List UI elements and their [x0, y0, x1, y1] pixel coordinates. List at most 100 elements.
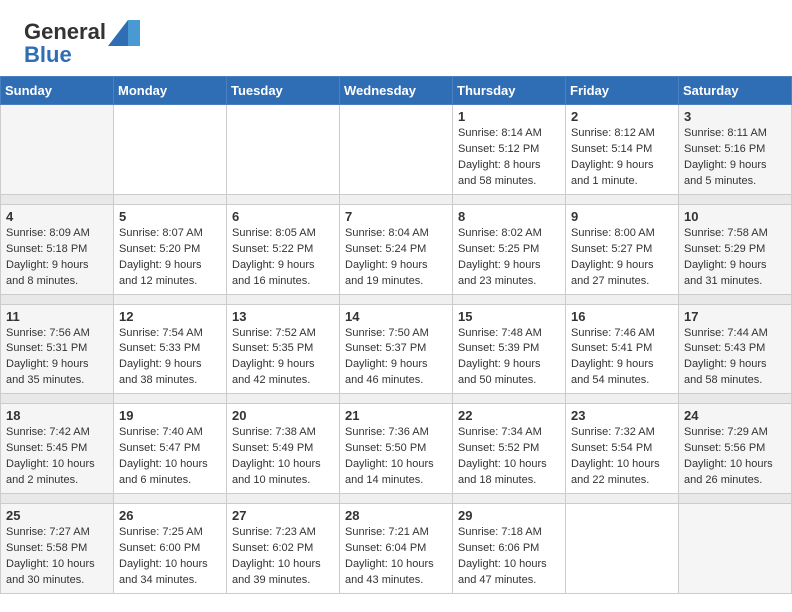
day-number: 7 — [345, 209, 447, 224]
day-info: Sunrise: 7:18 AMSunset: 6:06 PMDaylight:… — [458, 525, 560, 589]
day-number: 10 — [684, 209, 786, 224]
day-info: Sunrise: 8:07 AMSunset: 5:20 PMDaylight:… — [119, 226, 221, 290]
day-info: Sunrise: 8:02 AMSunset: 5:25 PMDaylight:… — [458, 226, 560, 290]
calendar-cell — [114, 105, 227, 195]
day-info: Sunrise: 8:09 AMSunset: 5:18 PMDaylight:… — [6, 226, 108, 290]
col-header-sunday: Sunday — [1, 77, 114, 105]
calendar-cell — [566, 504, 679, 594]
day-info: Sunrise: 7:44 AMSunset: 5:43 PMDaylight:… — [684, 326, 786, 390]
separator-cell — [114, 194, 227, 204]
day-info: Sunrise: 7:42 AMSunset: 5:45 PMDaylight:… — [6, 425, 108, 489]
week-separator — [1, 494, 792, 504]
day-number: 28 — [345, 508, 447, 523]
col-header-monday: Monday — [114, 77, 227, 105]
calendar-cell: 1 Sunrise: 8:14 AMSunset: 5:12 PMDaylight… — [453, 105, 566, 195]
day-number: 29 — [458, 508, 560, 523]
separator-cell — [453, 194, 566, 204]
separator-cell — [566, 194, 679, 204]
calendar-cell: 22 Sunrise: 7:34 AMSunset: 5:52 PMDayligh… — [453, 404, 566, 494]
separator-cell — [1, 494, 114, 504]
day-number: 1 — [458, 109, 560, 124]
separator-cell — [679, 394, 792, 404]
calendar-cell: 17Sunrise: 7:44 AMSunset: 5:43 PMDayligh… — [679, 304, 792, 394]
day-info: Sunrise: 8:14 AMSunset: 5:12 PMDaylight:… — [458, 126, 560, 190]
day-info: Sunrise: 7:54 AMSunset: 5:33 PMDaylight:… — [119, 326, 221, 390]
day-info: Sunrise: 7:29 AMSunset: 5:56 PMDaylight:… — [684, 425, 786, 489]
day-number: 22 — [458, 408, 560, 423]
calendar-cell: 26Sunrise: 7:25 AMSunset: 6:00 PMDayligh… — [114, 504, 227, 594]
calendar-cell: 28Sunrise: 7:21 AMSunset: 6:04 PMDayligh… — [340, 504, 453, 594]
calendar-week-2: 4 Sunrise: 8:09 AMSunset: 5:18 PMDaylight… — [1, 204, 792, 294]
separator-cell — [340, 394, 453, 404]
day-info: Sunrise: 8:05 AMSunset: 5:22 PMDaylight:… — [232, 226, 334, 290]
separator-cell — [1, 394, 114, 404]
separator-cell — [340, 294, 453, 304]
col-header-wednesday: Wednesday — [340, 77, 453, 105]
calendar-cell — [340, 105, 453, 195]
calendar-cell: 8 Sunrise: 8:02 AMSunset: 5:25 PMDaylight… — [453, 204, 566, 294]
day-number: 8 — [458, 209, 560, 224]
calendar-cell: 4 Sunrise: 8:09 AMSunset: 5:18 PMDaylight… — [1, 204, 114, 294]
separator-cell — [679, 294, 792, 304]
day-info: Sunrise: 7:48 AMSunset: 5:39 PMDaylight:… — [458, 326, 560, 390]
separator-cell — [114, 394, 227, 404]
separator-cell — [114, 494, 227, 504]
separator-cell — [566, 494, 679, 504]
day-number: 19 — [119, 408, 221, 423]
calendar-cell: 29 Sunrise: 7:18 AMSunset: 6:06 PMDayligh… — [453, 504, 566, 594]
calendar-header-row: SundayMondayTuesdayWednesdayThursdayFrid… — [1, 77, 792, 105]
day-number: 5 — [119, 209, 221, 224]
calendar-cell: 16Sunrise: 7:46 AMSunset: 5:41 PMDayligh… — [566, 304, 679, 394]
separator-cell — [679, 194, 792, 204]
calendar-week-5: 25Sunrise: 7:27 AMSunset: 5:58 PMDayligh… — [1, 504, 792, 594]
col-header-friday: Friday — [566, 77, 679, 105]
day-info: Sunrise: 8:11 AMSunset: 5:16 PMDaylight:… — [684, 126, 786, 190]
calendar-cell: 3Sunrise: 8:11 AMSunset: 5:16 PMDaylight… — [679, 105, 792, 195]
calendar-cell: 27 Sunrise: 7:23 AMSunset: 6:02 PMDayligh… — [227, 504, 340, 594]
day-number: 4 — [6, 209, 108, 224]
separator-cell — [227, 394, 340, 404]
day-number: 13 — [232, 309, 334, 324]
separator-cell — [114, 294, 227, 304]
day-info: Sunrise: 7:34 AMSunset: 5:52 PMDaylight:… — [458, 425, 560, 489]
separator-cell — [453, 294, 566, 304]
calendar-cell: 13 Sunrise: 7:52 AMSunset: 5:35 PMDayligh… — [227, 304, 340, 394]
calendar-cell: 7Sunrise: 8:04 AMSunset: 5:24 PMDaylight… — [340, 204, 453, 294]
day-number: 23 — [571, 408, 673, 423]
week-separator — [1, 194, 792, 204]
calendar-cell: 19 Sunrise: 7:40 AMSunset: 5:47 PMDayligh… — [114, 404, 227, 494]
day-number: 16 — [571, 309, 673, 324]
day-number: 6 — [232, 209, 334, 224]
calendar-cell: 15Sunrise: 7:48 AMSunset: 5:39 PMDayligh… — [453, 304, 566, 394]
day-info: Sunrise: 7:40 AMSunset: 5:47 PMDaylight:… — [119, 425, 221, 489]
calendar-cell — [1, 105, 114, 195]
day-info: Sunrise: 8:00 AMSunset: 5:27 PMDaylight:… — [571, 226, 673, 290]
calendar-cell: 2Sunrise: 8:12 AMSunset: 5:14 PMDaylight… — [566, 105, 679, 195]
day-number: 18 — [6, 408, 108, 423]
calendar-table: SundayMondayTuesdayWednesdayThursdayFrid… — [0, 76, 792, 594]
separator-cell — [1, 294, 114, 304]
day-info: Sunrise: 7:32 AMSunset: 5:54 PMDaylight:… — [571, 425, 673, 489]
calendar-cell: 10 Sunrise: 7:58 AMSunset: 5:29 PMDayligh… — [679, 204, 792, 294]
calendar-cell: 12Sunrise: 7:54 AMSunset: 5:33 PMDayligh… — [114, 304, 227, 394]
day-info: Sunrise: 7:52 AMSunset: 5:35 PMDaylight:… — [232, 326, 334, 390]
day-info: Sunrise: 7:25 AMSunset: 6:00 PMDaylight:… — [119, 525, 221, 589]
day-info: Sunrise: 7:56 AMSunset: 5:31 PMDaylight:… — [6, 326, 108, 390]
day-number: 14 — [345, 309, 447, 324]
calendar-cell — [227, 105, 340, 195]
col-header-tuesday: Tuesday — [227, 77, 340, 105]
day-info: Sunrise: 7:23 AMSunset: 6:02 PMDaylight:… — [232, 525, 334, 589]
day-info: Sunrise: 7:36 AMSunset: 5:50 PMDaylight:… — [345, 425, 447, 489]
day-info: Sunrise: 7:58 AMSunset: 5:29 PMDaylight:… — [684, 226, 786, 290]
calendar-cell: 25Sunrise: 7:27 AMSunset: 5:58 PMDayligh… — [1, 504, 114, 594]
calendar-cell: 23 Sunrise: 7:32 AMSunset: 5:54 PMDayligh… — [566, 404, 679, 494]
day-number: 27 — [232, 508, 334, 523]
day-number: 24 — [684, 408, 786, 423]
separator-cell — [340, 494, 453, 504]
calendar-week-4: 18 Sunrise: 7:42 AMSunset: 5:45 PMDayligh… — [1, 404, 792, 494]
calendar-cell: 21Sunrise: 7:36 AMSunset: 5:50 PMDayligh… — [340, 404, 453, 494]
day-info: Sunrise: 7:27 AMSunset: 5:58 PMDaylight:… — [6, 525, 108, 589]
week-separator — [1, 294, 792, 304]
week-separator — [1, 394, 792, 404]
separator-cell — [566, 394, 679, 404]
